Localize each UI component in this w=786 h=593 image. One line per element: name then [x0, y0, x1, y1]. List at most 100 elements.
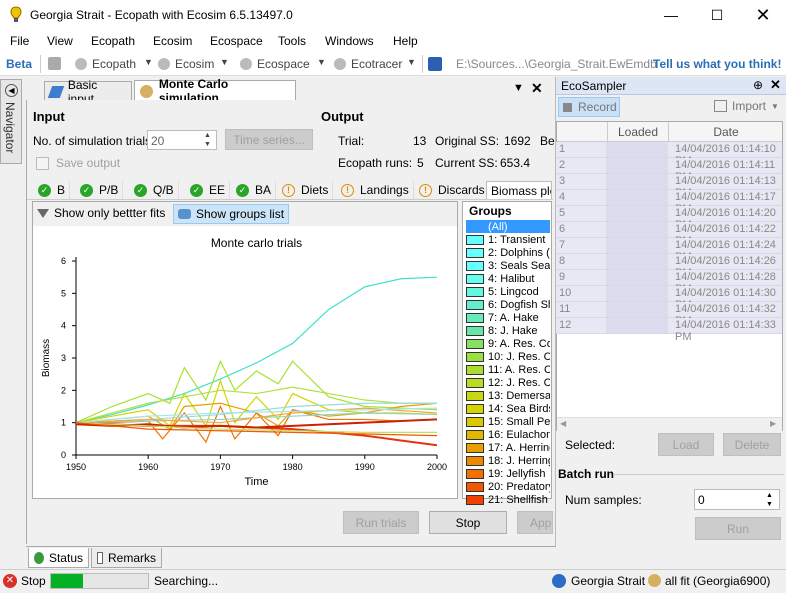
- menu-windows[interactable]: Windows: [325, 34, 374, 48]
- close-button[interactable]: ✕: [740, 0, 786, 30]
- trials-input[interactable]: 20 ▲ ▼: [147, 130, 217, 150]
- tab-remarks[interactable]: Remarks: [91, 548, 162, 568]
- group-item[interactable]: 6: Dogfish Sh: [466, 298, 550, 311]
- apply-button[interactable]: App: [517, 511, 553, 534]
- save-output-checkbox[interactable]: [36, 157, 49, 170]
- table-row[interactable]: 12 14/04/2016 01:14:33 PM: [556, 318, 782, 343]
- table-row[interactable]: 114/04/2016 01:14:10 PM: [556, 142, 782, 167]
- scroll-left-icon[interactable]: ◀: [560, 419, 566, 428]
- close-tab-icon[interactable]: ✕: [531, 80, 543, 97]
- tab-list-icon[interactable]: ▼: [513, 82, 524, 94]
- tab-status[interactable]: Status: [28, 548, 89, 568]
- tab-pb[interactable]: ✓ P/B: [76, 181, 124, 199]
- col-date[interactable]: Date: [670, 122, 782, 142]
- group-item[interactable]: 5: Lingcod: [466, 285, 550, 298]
- menu-file[interactable]: File: [10, 34, 29, 48]
- stop-icon[interactable]: ✕: [3, 574, 17, 588]
- tab-ee[interactable]: ✓ EE: [186, 181, 231, 199]
- menu-view[interactable]: View: [47, 34, 73, 48]
- table-row[interactable]: 314/04/2016 01:14:13 PM: [556, 174, 782, 199]
- chevron-down-icon[interactable]: ▼: [317, 57, 326, 67]
- minimize-button[interactable]: —: [648, 0, 694, 30]
- tab-discards[interactable]: ! Discards: [415, 181, 490, 199]
- tab-monte-carlo[interactable]: Monte Carlo simulation: [134, 77, 296, 105]
- chevron-down-icon[interactable]: ▼: [144, 57, 153, 67]
- spinner-icon[interactable]: ▲ ▼: [766, 491, 773, 509]
- record-button[interactable]: Record: [558, 97, 620, 117]
- save-model-icon[interactable]: [428, 57, 442, 71]
- group-item[interactable]: 17: A. Herring: [466, 441, 550, 454]
- load-button[interactable]: Load: [658, 433, 714, 456]
- close-pane-icon[interactable]: ✕: [770, 77, 781, 93]
- feedback-link[interactable]: Tell us what you think!: [653, 57, 781, 71]
- table-row[interactable]: 214/04/2016 01:14:11 PM: [556, 158, 782, 183]
- group-item[interactable]: 12: J. Res. C: [466, 376, 550, 389]
- group-item[interactable]: 7: A. Hake: [466, 311, 550, 324]
- better-fits-toggle[interactable]: Show only bettter fits: [37, 206, 165, 220]
- ecospace-button[interactable]: Ecospace: [257, 57, 310, 71]
- menu-tools[interactable]: Tools: [278, 34, 306, 48]
- group-item[interactable]: 10: J. Res. C: [466, 350, 550, 363]
- col-loaded[interactable]: Loaded: [607, 122, 669, 142]
- check-icon: ✓: [80, 183, 93, 197]
- beta-label[interactable]: Beta: [6, 57, 32, 71]
- group-item[interactable]: 9: A. Res. Co: [466, 337, 550, 350]
- table-row[interactable]: 1114/04/2016 01:14:32 PM: [556, 302, 782, 327]
- group-item[interactable]: 18: J. Herring: [466, 454, 550, 467]
- group-item[interactable]: 3: Seals Sea: [466, 259, 550, 272]
- tab-diets[interactable]: ! Diets: [278, 181, 334, 199]
- groups-list-toggle[interactable]: Show groups list: [173, 204, 290, 224]
- table-row[interactable]: 614/04/2016 01:14:22 PM: [556, 222, 782, 247]
- num-samples-input[interactable]: 0 ▲ ▼: [694, 489, 780, 510]
- delete-button[interactable]: Delete: [723, 433, 781, 456]
- group-item[interactable]: 8: J. Hake: [466, 324, 550, 337]
- group-item[interactable]: 21: Shellfish: [466, 493, 550, 506]
- import-button[interactable]: Import ▼: [714, 99, 779, 113]
- spinner-icon[interactable]: ▲ ▼: [204, 131, 211, 149]
- table-row[interactable]: 814/04/2016 01:14:26 PM: [556, 254, 782, 279]
- time-series-button[interactable]: Time series...: [225, 129, 313, 150]
- group-item[interactable]: 13: Demersa: [466, 389, 550, 402]
- group-item[interactable]: 11: A. Res. C: [466, 363, 550, 376]
- ecotracer-button[interactable]: Ecotracer: [351, 57, 402, 71]
- tab-qb[interactable]: ✓ Q/B: [130, 181, 179, 199]
- table-row[interactable]: 714/04/2016 01:14:24 PM: [556, 238, 782, 263]
- x-axis-label: Time: [244, 476, 268, 488]
- save-icon[interactable]: [48, 57, 61, 70]
- group-item[interactable]: 16: Eulachon: [466, 428, 550, 441]
- tab-landings[interactable]: ! Landings: [337, 181, 414, 199]
- pin-icon[interactable]: ⊕: [753, 78, 763, 92]
- navigator-tab[interactable]: ◀ Navigator: [0, 79, 22, 164]
- run-button[interactable]: Run: [695, 517, 781, 540]
- maximize-button[interactable]: ☐: [694, 0, 740, 30]
- menu-ecospace[interactable]: Ecospace: [210, 34, 263, 48]
- tab-biomass-plot[interactable]: Biomass plot: [486, 181, 552, 199]
- menu-ecosim[interactable]: Ecosim: [153, 34, 192, 48]
- group-item[interactable]: 15: Small Pe: [466, 415, 550, 428]
- horizontal-scrollbar[interactable]: ◀ ▶: [557, 417, 782, 431]
- ecosim-button[interactable]: Ecosim: [175, 57, 214, 71]
- chevron-down-icon[interactable]: ▼: [407, 57, 416, 67]
- group-item[interactable]: 4: Halibut: [466, 272, 550, 285]
- group-item-all[interactable]: (All): [466, 220, 550, 233]
- chevron-down-icon[interactable]: ▼: [220, 57, 229, 67]
- table-row[interactable]: 1014/04/2016 01:14:30 PM: [556, 286, 782, 311]
- table-row[interactable]: 414/04/2016 01:14:17 PM: [556, 190, 782, 215]
- group-item[interactable]: 14: Sea Birds: [466, 402, 550, 415]
- tab-basic-input[interactable]: Basic input: [44, 78, 132, 106]
- group-item[interactable]: 2: Dolphins (: [466, 246, 550, 259]
- scroll-right-icon[interactable]: ▶: [770, 419, 776, 428]
- ecopath-button[interactable]: Ecopath: [92, 57, 136, 71]
- stop-label[interactable]: Stop: [21, 574, 46, 588]
- menu-help[interactable]: Help: [393, 34, 418, 48]
- stop-button[interactable]: Stop: [429, 511, 507, 534]
- group-item[interactable]: 1: Transient: [466, 233, 550, 246]
- group-item[interactable]: 19: Jellyfish: [466, 467, 550, 480]
- tab-b[interactable]: ✓ B: [34, 181, 71, 199]
- menu-ecopath[interactable]: Ecopath: [91, 34, 135, 48]
- tab-ba[interactable]: ✓ BA: [232, 181, 277, 199]
- run-trials-button[interactable]: Run trials: [343, 511, 419, 534]
- group-item[interactable]: 20: Predatory: [466, 480, 550, 493]
- table-row[interactable]: 514/04/2016 01:14:20 PM: [556, 206, 782, 231]
- table-row[interactable]: 914/04/2016 01:14:28 PM: [556, 270, 782, 295]
